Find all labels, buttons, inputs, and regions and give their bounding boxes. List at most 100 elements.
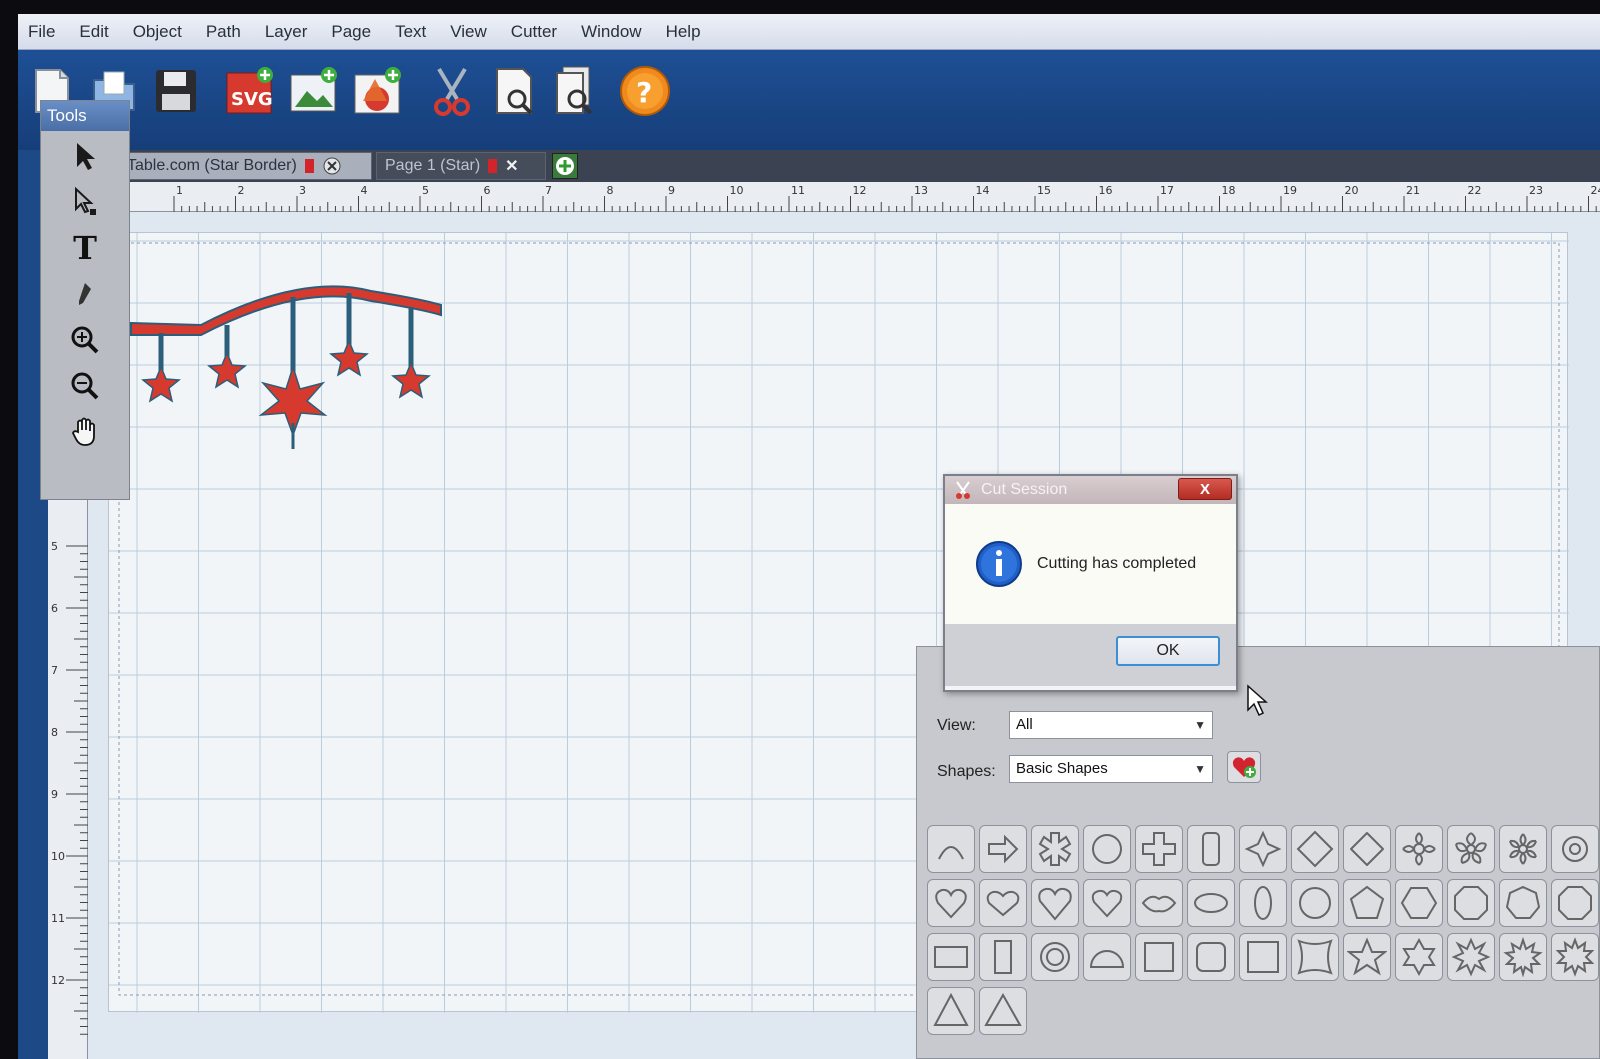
ruler-label: 12 [853,184,867,197]
save-icon[interactable] [150,62,202,120]
text-tool-icon[interactable]: T [63,227,107,269]
menu-object[interactable]: Object [133,22,182,42]
menu-layer[interactable]: Layer [265,22,308,42]
menu-window[interactable]: Window [581,22,641,42]
ruler-label: 6 [51,602,58,615]
tab-star-border[interactable]: Table.com (Star Border) [118,152,372,180]
shape-oval-icon[interactable] [1187,879,1235,927]
shape-rectangle-icon[interactable] [927,933,975,981]
eyedropper-icon[interactable] [63,273,107,315]
shape-diamond-rounded-icon[interactable] [1343,825,1391,873]
shape-star8-icon[interactable] [1447,933,1495,981]
help-icon[interactable]: ? [618,62,670,120]
import-svg-icon[interactable]: SVG [224,62,276,120]
ruler-label: 15 [1037,184,1051,197]
shape-triangle-icon[interactable] [927,987,975,1035]
shape-star10-icon[interactable] [1499,933,1547,981]
star-shape [207,351,247,389]
ruler-label: 1 [176,184,183,197]
shape-hexagon-icon[interactable] [1395,879,1443,927]
shape-heart3-icon[interactable] [1031,879,1079,927]
add-tab-button[interactable] [552,153,578,179]
shape-star5-icon[interactable] [1343,933,1391,981]
menu-bar: File Edit Object Path Layer Page Text Vi… [18,14,1600,50]
menu-file[interactable]: File [28,22,55,42]
shapes-select[interactable]: Basic Shapes ▼ [1009,755,1213,783]
shape-rect-tall-icon[interactable] [979,933,1027,981]
shape-heptagon-icon[interactable] [1499,879,1547,927]
shapes-value: Basic Shapes [1016,760,1108,777]
zoom-in-icon[interactable] [63,319,107,361]
add-favorite-button[interactable] [1227,751,1261,783]
shape-octagon-icon[interactable] [1447,879,1495,927]
shape-lips-icon[interactable] [1135,879,1183,927]
shape-rounded-square-icon[interactable] [1187,933,1235,981]
shape-rounded-rect-icon[interactable] [1187,825,1235,873]
shape-ring-icon[interactable] [1031,933,1079,981]
ruler-label: 4 [361,184,368,197]
shape-heart4-icon[interactable] [1083,879,1131,927]
node-edit-icon[interactable] [63,181,107,223]
shape-star12-icon[interactable] [1551,933,1599,981]
shape-circle-icon[interactable] [1083,825,1131,873]
info-icon [976,541,1022,587]
ruler-label: 9 [668,184,675,197]
close-tab-icon[interactable] [322,156,342,176]
shape-octagon2-icon[interactable] [1551,879,1599,927]
screen: File Edit Object Path Layer Page Text Vi… [18,14,1600,1059]
menu-help[interactable]: Help [666,22,701,42]
add-shape-icon[interactable] [352,62,404,120]
shape-square-icon[interactable] [1135,933,1183,981]
shape-gear-icon[interactable] [1551,825,1599,873]
shape-pentagon-icon[interactable] [1343,879,1391,927]
shape-square2-icon[interactable] [1239,933,1287,981]
hand-pan-icon[interactable] [63,411,107,453]
shape-triangle2-icon[interactable] [979,987,1027,1035]
tab-page-1-star[interactable]: Page 1 (Star) ✕ [376,152,546,180]
shape-cross-icon[interactable] [1135,825,1183,873]
shape-arch-icon[interactable] [927,825,975,873]
shape-curved-square-icon[interactable] [1291,933,1339,981]
shape-star4-icon[interactable] [1239,825,1287,873]
menu-edit[interactable]: Edit [79,22,108,42]
dialog-message: Cutting has completed [1037,555,1197,572]
shape-flower3-icon[interactable] [1499,825,1547,873]
close-icon: X [1199,480,1210,498]
tools-title-bar[interactable]: Tools [41,101,129,131]
ruler-label: 16 [1099,184,1113,197]
shape-half-circle-icon[interactable] [1083,933,1131,981]
shape-oval-tall-icon[interactable] [1239,879,1287,927]
ok-button[interactable]: OK [1116,636,1220,666]
ok-label: OK [1156,642,1180,659]
menu-path[interactable]: Path [206,22,241,42]
menu-text[interactable]: Text [395,22,426,42]
shape-arrow-icon[interactable] [979,825,1027,873]
page-preview-icon[interactable] [550,62,602,120]
close-button[interactable]: X [1178,478,1232,500]
star-border-design[interactable] [121,263,461,463]
menu-cutter[interactable]: Cutter [511,22,557,42]
shape-star6-icon[interactable] [1395,933,1443,981]
shape-asterisk-icon[interactable] [1031,825,1079,873]
close-tab-icon[interactable]: ✕ [505,156,518,176]
dialog-footer: OK [945,624,1236,686]
menu-view[interactable]: View [450,22,487,42]
shape-flower-icon[interactable] [1395,825,1443,873]
shape-flower2-icon[interactable] [1447,825,1495,873]
menu-page[interactable]: Page [331,22,371,42]
dialog-title-bar[interactable]: Cut Session X [945,476,1236,504]
view-select[interactable]: All ▼ [1009,711,1213,739]
shape-heart-icon[interactable] [927,879,975,927]
shape-circle2-icon[interactable] [1291,879,1339,927]
ruler-label: 22 [1468,184,1482,197]
toolbar: SVG ? [18,50,1600,150]
zoom-out-icon[interactable] [63,365,107,407]
ruler-label: 10 [730,184,744,197]
import-image-icon[interactable] [288,62,340,120]
view-value: All [1016,716,1033,733]
print-preview-icon[interactable] [490,62,542,120]
shape-heart2-icon[interactable] [979,879,1027,927]
select-arrow-icon[interactable] [63,135,107,177]
shape-diamond-icon[interactable] [1291,825,1339,873]
cut-scissors-icon[interactable] [426,62,478,120]
